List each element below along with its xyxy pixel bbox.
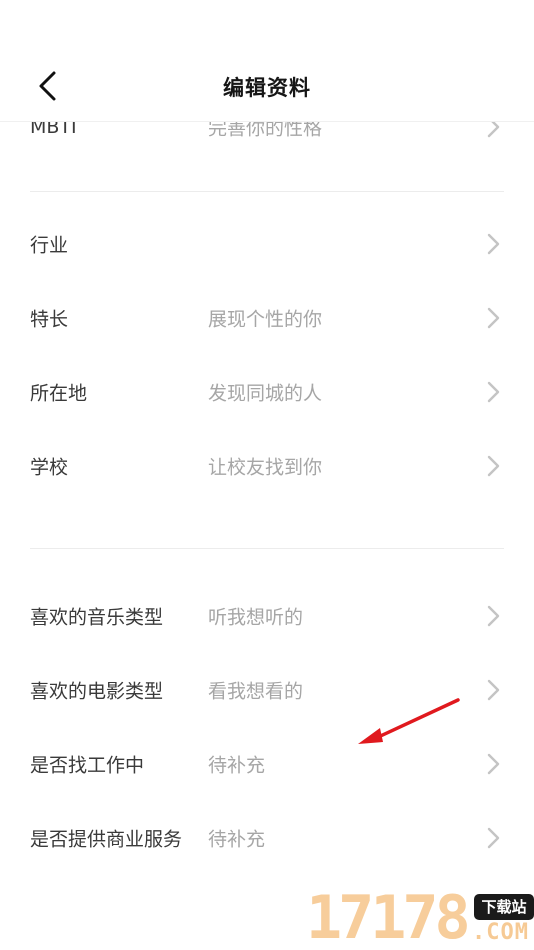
chevron-right-icon — [484, 604, 502, 628]
chevron-right-icon — [484, 752, 502, 776]
nav-header: 编辑资料 — [0, 0, 534, 122]
row-value: 听我想听的 — [208, 606, 304, 629]
row-industry[interactable]: 行业 — [0, 214, 534, 274]
row-label: 行业 — [30, 234, 69, 257]
section-divider — [30, 191, 504, 192]
row-value: 发现同城的人 — [208, 382, 323, 405]
row-value: 看我想看的 — [208, 680, 304, 703]
row-label: 所在地 — [30, 382, 88, 405]
row-label: 是否提供商业服务 — [30, 828, 183, 851]
watermark-suffix: .COM — [472, 920, 529, 945]
chevron-right-icon — [484, 678, 502, 702]
section-divider — [30, 548, 504, 549]
chevron-right-icon — [484, 232, 502, 256]
row-school[interactable]: 学校 让校友找到你 — [0, 436, 534, 496]
row-value: 待补充 — [208, 754, 266, 777]
row-label: 喜欢的音乐类型 — [30, 606, 164, 629]
row-value: 让校友找到你 — [208, 456, 323, 479]
watermark-digits: 17178 — [306, 883, 471, 950]
watermark-badge: 下载站 — [474, 894, 534, 920]
watermark-logo: 17178 下载站 .COM — [306, 886, 534, 950]
row-label: 喜欢的电影类型 — [30, 680, 164, 703]
chevron-right-icon — [484, 826, 502, 850]
row-value: 展现个性的你 — [208, 308, 323, 331]
row-label: 特长 — [30, 308, 69, 331]
row-location[interactable]: 所在地 发现同城的人 — [0, 362, 534, 422]
row-specialty[interactable]: 特长 展现个性的你 — [0, 288, 534, 348]
edit-profile-screen: MBTI 完善你的性格 行业 特长 展现个性的你 所在地 发现同城的人 学校 让… — [0, 0, 534, 950]
page-title: 编辑资料 — [223, 76, 311, 100]
row-music-type[interactable]: 喜欢的音乐类型 听我想听的 — [0, 586, 534, 646]
row-label: 是否找工作中 — [30, 754, 145, 777]
chevron-right-icon — [484, 454, 502, 478]
chevron-right-icon — [484, 380, 502, 404]
row-business-service[interactable]: 是否提供商业服务 待补充 — [0, 808, 534, 868]
row-value: 待补充 — [208, 828, 266, 851]
row-label: 学校 — [30, 456, 69, 479]
annotation-arrow-icon — [358, 698, 460, 744]
chevron-right-icon — [484, 306, 502, 330]
